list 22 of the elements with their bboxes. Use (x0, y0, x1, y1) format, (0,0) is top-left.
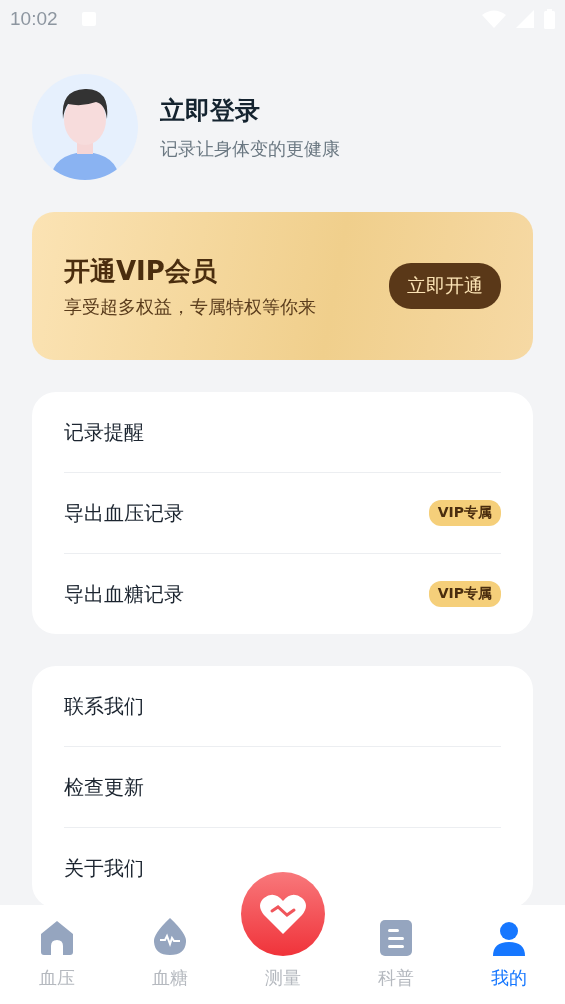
person-icon (492, 922, 525, 956)
home-icon (38, 920, 75, 956)
vip-title: 开通VIP会员 (64, 254, 218, 288)
vip-badge: VIP专属 (428, 500, 501, 526)
menu-item[interactable]: 联系我们 (64, 692, 144, 720)
document-icon (379, 920, 412, 956)
login-title[interactable]: 立即登录 (160, 93, 340, 127)
vip-subtitle: 享受超多权益，专属特权等你来 (64, 294, 316, 319)
drop-icon (152, 918, 187, 956)
menu-item[interactable]: 导出血糖记录 (64, 580, 184, 608)
menu-item[interactable]: 导出血压记录 (64, 499, 184, 527)
menu-item[interactable]: 检查更新 (64, 773, 144, 801)
tab-item[interactable]: 我的 (452, 905, 565, 1004)
open-vip-button[interactable]: 立即开通 (389, 263, 501, 309)
avatar-icon[interactable] (32, 74, 138, 180)
status-time: 10:02 (10, 8, 58, 30)
menu-item[interactable]: 关于我们 (64, 854, 144, 882)
profile-subtitle: 记录让身体变的更健康 (160, 136, 340, 161)
vip-banner[interactable]: 开通VIP会员 享受超多权益，专属特权等你来 立即开通 (32, 212, 533, 360)
menu-item[interactable]: 记录提醒 (64, 418, 144, 446)
vip-badge: VIP专属 (428, 581, 501, 607)
heart-icon (258, 893, 307, 935)
